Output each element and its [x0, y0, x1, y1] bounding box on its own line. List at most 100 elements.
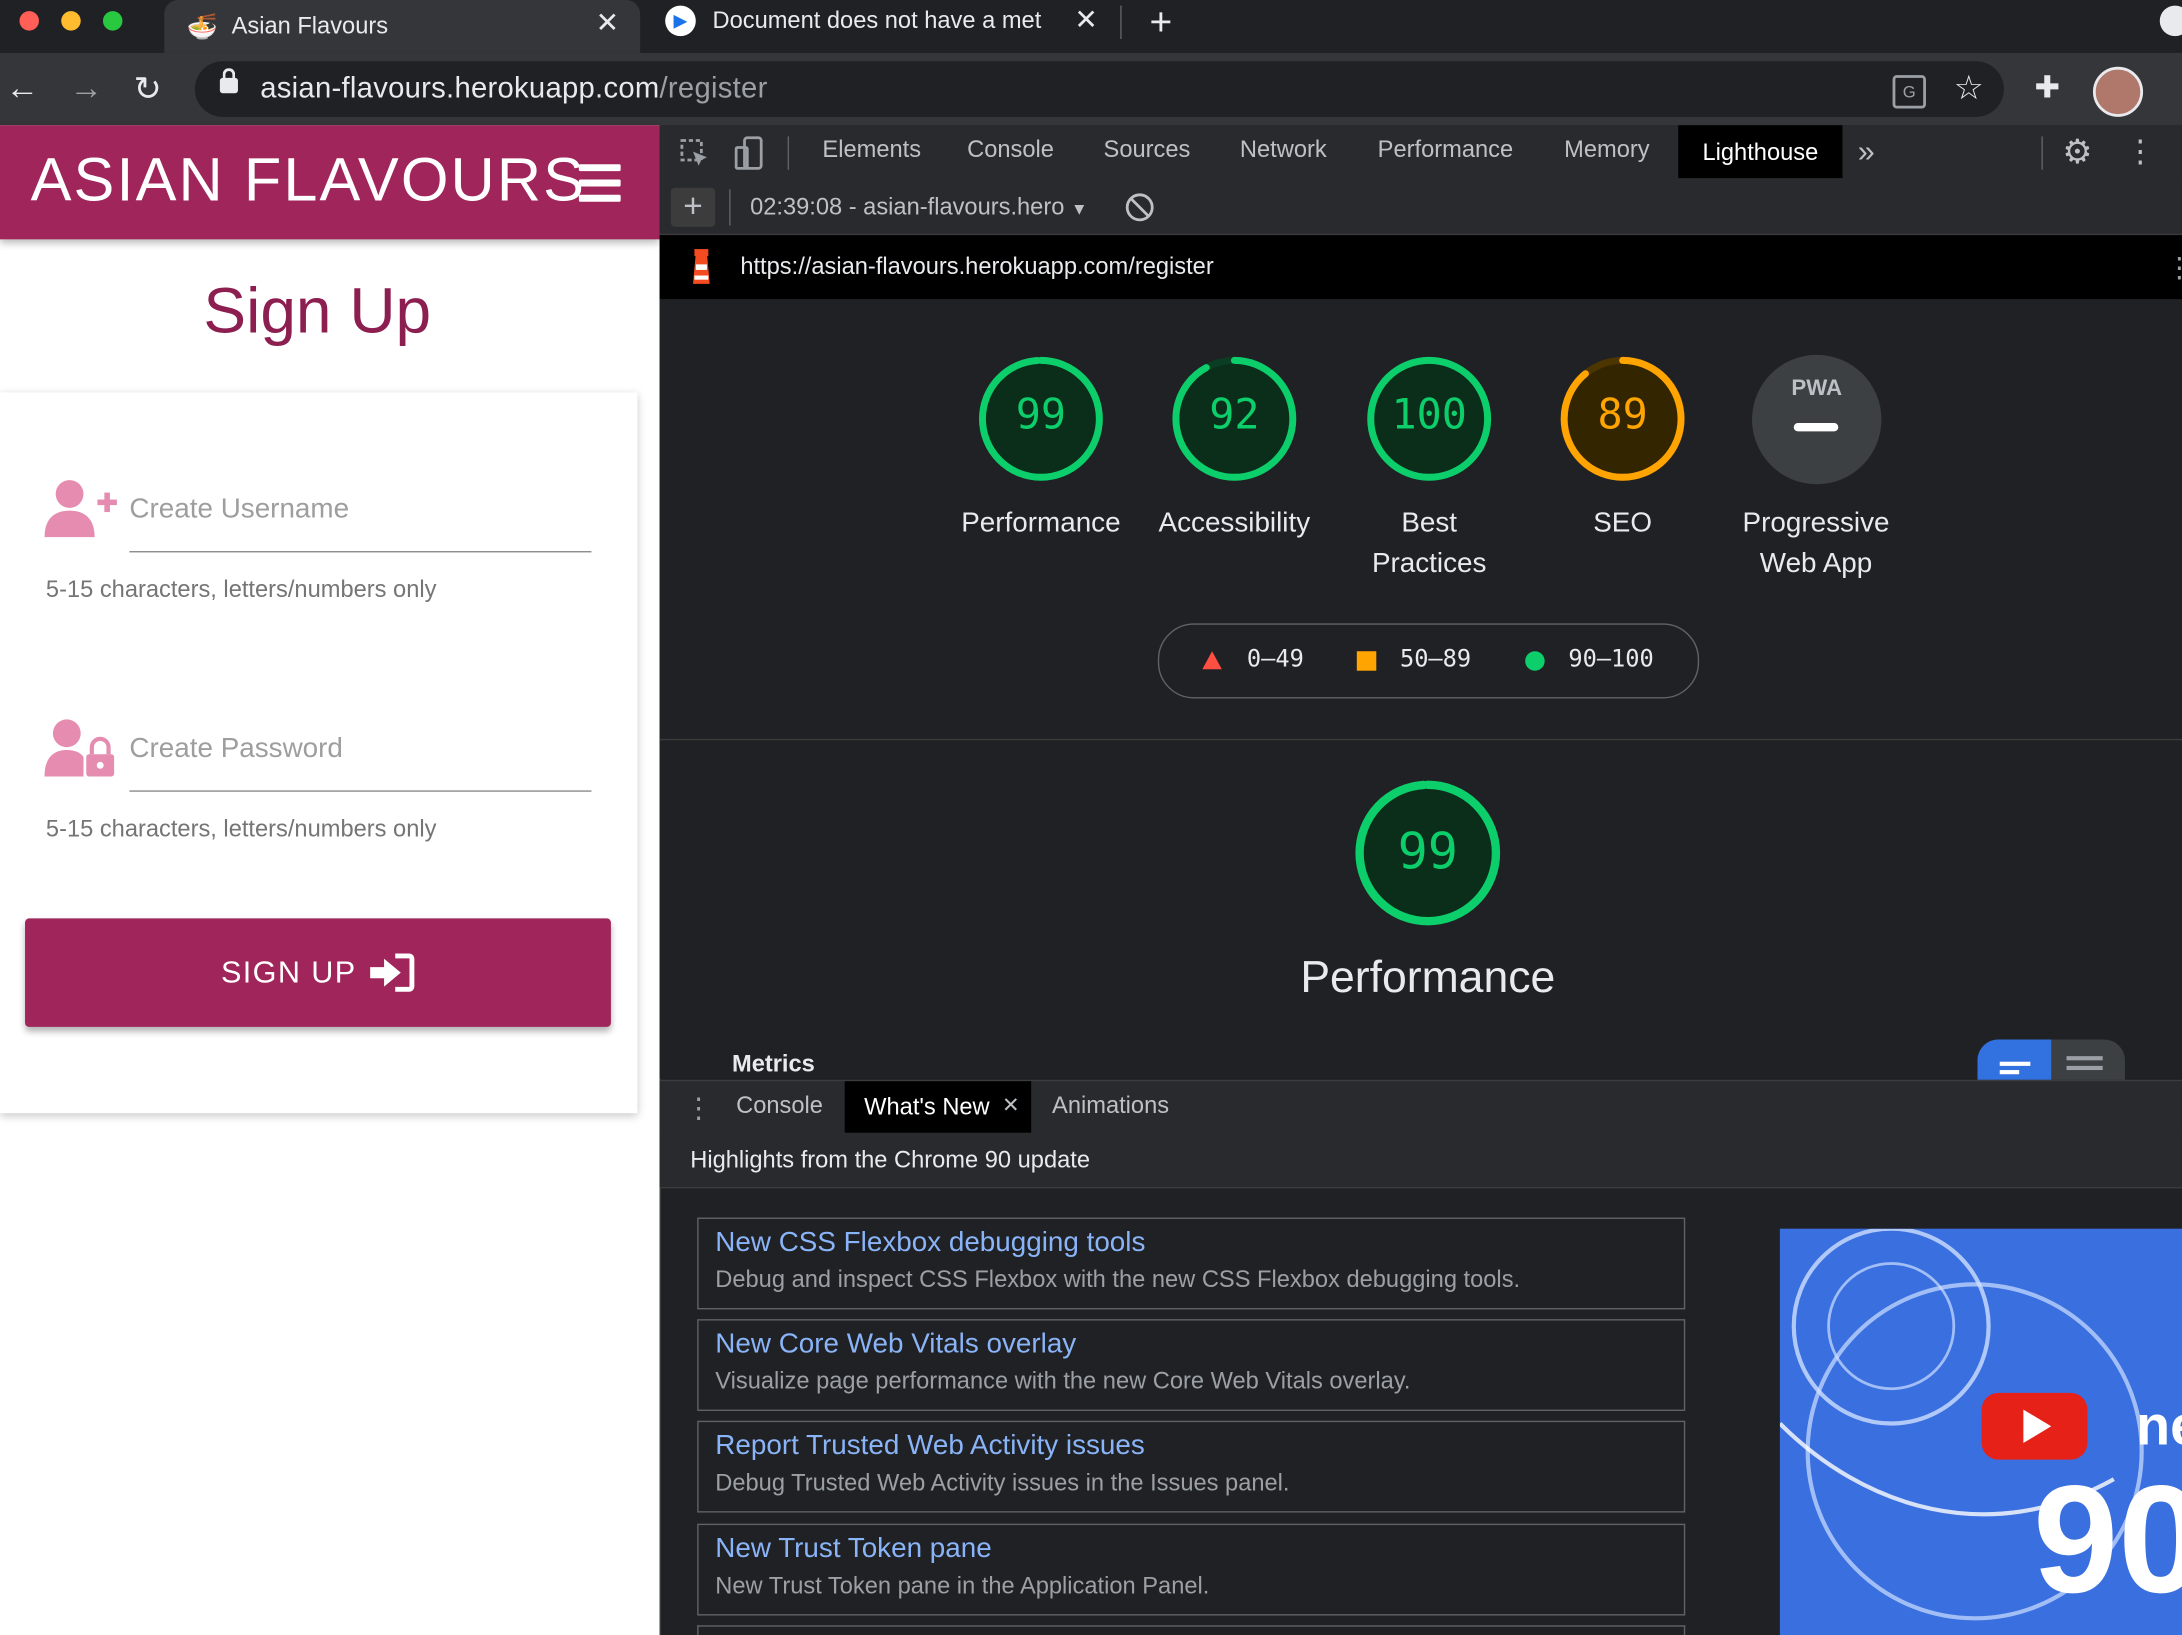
browser-tab-active[interactable]: 🍜 Asian Flavours ✕ [164, 0, 641, 53]
pwa-dash [1793, 423, 1839, 432]
highlights-title: Highlights from the Chrome 90 update [690, 1146, 1090, 1174]
maximize-window-button[interactable] [102, 11, 123, 31]
expanded-view-icon[interactable] [2066, 1056, 2103, 1075]
drawer-tab-console[interactable]: Console [736, 1092, 823, 1120]
whats-new-item-title[interactable]: New CSS Flexbox debugging tools [715, 1227, 1145, 1259]
compact-view-icon[interactable] [1977, 1039, 2052, 1082]
whats-new-item-description: Debug and inspect CSS Flexbox with the n… [715, 1266, 1521, 1293]
close-tab-icon[interactable]: ✕ [596, 6, 619, 41]
tab-console[interactable]: Console [967, 136, 1054, 164]
report-selector[interactable]: 02:39:08 - asian-flavours.hero ▼ [750, 193, 1087, 221]
sign-up-label: SIGN UP [220, 954, 357, 990]
tab-title: Asian Flavours [231, 12, 389, 39]
report-menu-icon[interactable]: ⋮ [2165, 250, 2182, 285]
whats-new-item-description: New Trust Token pane in the Application … [715, 1572, 1210, 1599]
tab-divider [1120, 5, 1122, 39]
whats-new-video-thumbnail[interactable]: ne 90 [1779, 1228, 2182, 1635]
device-toolbar-icon[interactable] [733, 135, 764, 171]
sign-in-icon [370, 953, 415, 992]
legend-pass: 90–100 [1568, 645, 1654, 674]
drawer-tab-animations[interactable]: Animations [1052, 1092, 1169, 1120]
bookmark-star-icon[interactable]: ☆ [1954, 68, 1984, 108]
avatar[interactable] [2092, 66, 2144, 117]
whats-new-item[interactable]: Report Trusted Web Activity issues Debug … [697, 1420, 1686, 1513]
reload-icon[interactable]: ↻ [134, 70, 162, 110]
performance-score-large: 99 [1397, 823, 1458, 881]
tab-sources[interactable]: Sources [1104, 136, 1191, 164]
url-text: asian-flavours.herokuapp.com/register [260, 72, 768, 105]
section-divider [659, 738, 2182, 741]
whats-new-item-title[interactable]: New Trust Token pane [715, 1533, 991, 1565]
username-underline [129, 551, 592, 553]
drawer-menu-icon[interactable]: ⋮ [685, 1091, 713, 1126]
whats-new-item[interactable]: New Trust Token pane New Trust Token pane… [697, 1523, 1686, 1616]
devtools-icon: ▶ [665, 5, 696, 37]
clear-reports-icon[interactable] [1125, 193, 1154, 222]
whats-new-item[interactable]: New CSS Flexbox debugging tools Debug and… [697, 1217, 1686, 1310]
whats-new-item-title[interactable]: Report Trusted Web Activity issues [715, 1430, 1145, 1462]
whats-new-item-description: Debug Trusted Web Activity issues in the… [715, 1469, 1290, 1496]
chevron-down-icon: ▼ [1070, 198, 1088, 219]
toolbar-separator [729, 189, 731, 226]
sign-up-button[interactable]: SIGN UP [25, 918, 611, 1027]
score-value: 89 [1597, 391, 1648, 440]
hamburger-menu-icon[interactable] [578, 164, 621, 210]
pass-circle-icon [1525, 651, 1545, 671]
noodle-bowl-icon: 🍜 [186, 11, 218, 40]
new-tab-icon[interactable]: + [1149, 0, 1172, 45]
extensions-icon[interactable]: ✚ [2035, 70, 2061, 106]
back-icon[interactable]: ← [6, 70, 39, 109]
password-helper: 5-15 characters, letters/numbers only [45, 815, 437, 842]
browser-tab[interactable]: ▶ Document does not have a met ✕ [654, 0, 1113, 42]
more-tabs-icon[interactable]: » [1858, 134, 1875, 170]
tab-memory[interactable]: Memory [1564, 136, 1649, 164]
settings-gear-icon[interactable]: ⚙ [2062, 132, 2092, 172]
performance-heading: Performance [1300, 951, 1556, 1002]
score-value: 92 [1209, 391, 1260, 440]
tab-title: Document does not have a met [712, 6, 1042, 34]
pwa-icon: PWA [1791, 377, 1843, 401]
video-text-90: 90 [2033, 1454, 2182, 1626]
whats-new-item-partial [697, 1625, 1686, 1635]
whats-new-item-title[interactable]: New Core Web Vitals overlay [715, 1329, 1076, 1361]
browser-menu-icon[interactable]: ⋮ [2168, 67, 2182, 107]
password-input[interactable]: Create Password [129, 733, 342, 765]
close-window-button[interactable] [19, 11, 39, 31]
tab-performance[interactable]: Performance [1378, 136, 1513, 164]
metrics-view-toggle[interactable] [1977, 1039, 2125, 1082]
legend-fail: 0–49 [1246, 645, 1304, 674]
toolbar-separator [2041, 136, 2043, 170]
lock-icon [219, 68, 238, 94]
inspect-element-icon[interactable] [679, 138, 710, 169]
tab-elements[interactable]: Elements [822, 136, 921, 164]
devtools-menu-icon[interactable]: ⋮ [2125, 134, 2156, 170]
close-drawer-tab-icon[interactable]: ✕ [1002, 1092, 1020, 1118]
minimize-window-button[interactable] [61, 11, 81, 31]
username-input[interactable]: Create Username [129, 494, 349, 526]
whats-new-item-description: Visualize page performance with the new … [715, 1367, 1411, 1395]
user-lock-icon [44, 719, 115, 777]
average-square-icon [1356, 651, 1377, 671]
close-tab-icon[interactable]: ✕ [1074, 3, 1097, 38]
whats-new-item[interactable]: New Core Web Vitals overlay Visualize pag… [697, 1319, 1686, 1411]
youtube-play-icon[interactable] [1981, 1392, 2088, 1460]
report-url[interactable]: https://asian-flavours.herokuapp.com/reg… [740, 253, 1213, 281]
tab-lighthouse[interactable]: Lighthouse [1678, 125, 1843, 179]
toolbar-separator [787, 136, 790, 170]
lighthouse-logo-icon [693, 249, 710, 284]
metrics-heading: Metrics [731, 1050, 815, 1078]
legend-average: 50–89 [1399, 645, 1472, 674]
password-underline [129, 790, 592, 792]
user-plus-icon [44, 480, 117, 538]
pwa-badge[interactable]: PWA [1752, 354, 1882, 485]
score-value: 99 [1015, 391, 1067, 440]
site-brand[interactable]: ASIAN FLAVOURS [31, 146, 586, 216]
forward-icon[interactable]: → [70, 70, 103, 109]
page-title: Sign Up [203, 274, 432, 347]
new-report-icon[interactable]: + [670, 187, 716, 227]
translate-icon[interactable]: G [1892, 75, 1926, 109]
video-text-ne: ne [2136, 1395, 2182, 1457]
fail-triangle-icon [1202, 651, 1222, 670]
tab-network[interactable]: Network [1240, 136, 1327, 164]
score-value: 100 [1391, 391, 1467, 440]
